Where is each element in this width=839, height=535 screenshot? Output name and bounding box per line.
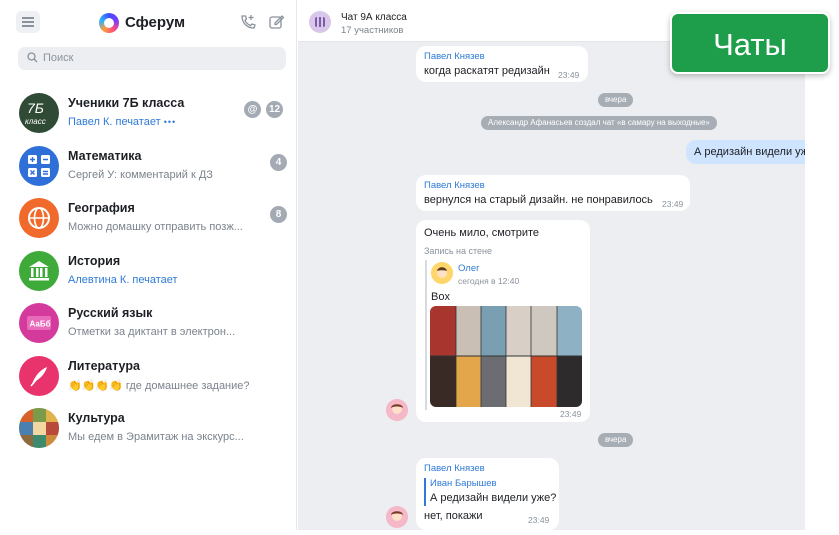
add-call-icon[interactable] xyxy=(239,13,257,31)
chat-pane: Чат 9А класса 17 участников Павел Князев… xyxy=(298,0,805,530)
repost-text: Box xyxy=(431,291,450,303)
mention-badge: @ xyxy=(244,101,261,118)
repost-bar xyxy=(425,260,427,410)
chat-list-item[interactable]: История Алевтина К. печатает xyxy=(6,246,297,298)
search-input[interactable]: Поиск xyxy=(18,47,286,70)
sidebar-header: Сферум xyxy=(6,0,297,44)
chat-title: Литература xyxy=(68,359,140,373)
chat-avatar xyxy=(19,251,59,291)
chat-last-message: 👏👏👏👏 где домашнее задание? xyxy=(68,380,250,392)
chat-list-item[interactable]: География Можно домашку отправить позж..… xyxy=(6,193,297,245)
system-message: Александр Афанасьев создал чат «в самару… xyxy=(481,116,717,130)
repost-time: сегодня в 12:40 xyxy=(458,276,520,286)
chat-last-message: Мы едем в Эрамитаж на экскурс... xyxy=(68,431,244,443)
repost-author-avatar[interactable] xyxy=(431,262,453,284)
message-bubble[interactable]: Очень мило, смотрите Запись на стене Оле… xyxy=(416,220,590,422)
member-count: 17 участников xyxy=(341,25,404,36)
search-placeholder: Поиск xyxy=(43,52,74,64)
svg-text:7Б: 7Б xyxy=(27,100,44,116)
chat-avatar xyxy=(19,198,59,238)
message-bubble[interactable]: Павел Князев Иван Барышев А редизайн вид… xyxy=(416,458,559,530)
chat-list-item[interactable]: Литература 👏👏👏👏 где домашнее задание? xyxy=(6,351,297,403)
date-separator: вчера xyxy=(598,93,634,107)
chat-title: Математика xyxy=(68,149,142,163)
date-separator: вчера xyxy=(598,433,634,447)
repost-label: Запись на стене xyxy=(424,246,493,256)
chat-list-item[interactable]: 7Б класс Ученики 7Б класса Павел К. печа… xyxy=(6,88,297,140)
message-bubble[interactable]: Павел Князев когда раскатят редизайн 23:… xyxy=(416,46,588,82)
unread-badge: 12 xyxy=(266,101,284,118)
user-avatar[interactable] xyxy=(386,506,408,528)
message-text: А редизайн видели уже? xyxy=(694,146,805,158)
compose-icon[interactable] xyxy=(268,13,286,31)
chat-title: История xyxy=(68,254,121,268)
unread-badge: 8 xyxy=(270,206,287,223)
message-text: когда раскатят редизайн xyxy=(424,65,550,77)
message-text: вернулся на старый дизайн. не понравилос… xyxy=(424,194,653,206)
chat-avatar: 7Б класс xyxy=(19,93,59,133)
chat-typing-status: Алевтина К. печатает xyxy=(68,274,178,286)
message-time: 23:49 xyxy=(662,199,684,209)
message-sender[interactable]: Павел Князев xyxy=(424,180,485,191)
message-sender[interactable]: Павел Князев xyxy=(424,463,485,474)
chat-list-item[interactable]: Математика Сергей У: комментарий к ДЗ 4 xyxy=(6,141,297,193)
menu-icon[interactable] xyxy=(16,11,40,33)
chat-list-sidebar: Сферум Поиск 7Б класс Ученики 7Б класса … xyxy=(6,0,297,530)
outgoing-message-bubble[interactable]: А редизайн видели уже? xyxy=(686,140,805,164)
chat-avatar xyxy=(19,408,59,448)
section-label-tag: Чаты xyxy=(670,12,830,74)
chat-title: Культура xyxy=(68,411,125,425)
user-avatar[interactable] xyxy=(386,399,408,421)
reply-bar xyxy=(424,478,426,506)
chat-list-item[interactable]: АаБб Русский язык Отметки за диктант в э… xyxy=(6,298,297,350)
message-text: нет, покажи xyxy=(424,510,483,522)
svg-text:класс: класс xyxy=(25,117,46,126)
chat-title: География xyxy=(68,201,135,215)
repost-image[interactable] xyxy=(430,306,582,407)
message-text: Очень мило, смотрите xyxy=(424,227,540,239)
avatar-text: АаБб xyxy=(30,320,51,329)
message-time: 23:49 xyxy=(560,409,582,419)
chat-last-message: Сергей У: комментарий к ДЗ xyxy=(68,169,213,181)
app-brand: Сферум xyxy=(125,14,186,31)
message-time: 23:49 xyxy=(528,515,550,525)
chat-typing-status: Павел К. печатает ••• xyxy=(68,116,177,128)
message-sender[interactable]: Павел Князев xyxy=(424,51,485,62)
app-window: Сферум Поиск 7Б класс Ученики 7Б класса … xyxy=(0,0,839,535)
search-icon xyxy=(27,52,38,63)
chat-list-item[interactable]: Культура Мы едем в Эрамитаж на экскурс..… xyxy=(6,403,297,455)
message-time: 23:49 xyxy=(558,70,580,80)
chat-title: Русский язык xyxy=(68,306,153,320)
chat-title: Ученики 7Б класса xyxy=(68,96,185,110)
chat-title: Чат 9А класса xyxy=(341,12,407,23)
repost-author[interactable]: Олег xyxy=(458,263,480,274)
message-bubble[interactable]: Павел Князев вернулся на старый дизайн. … xyxy=(416,175,690,211)
chat-avatar: АаБб xyxy=(19,303,59,343)
chat-last-message: Отметки за диктант в электрон... xyxy=(68,326,236,338)
chat-avatar xyxy=(19,146,59,186)
group-avatar xyxy=(309,11,331,33)
unread-badge: 4 xyxy=(270,154,287,171)
reply-text: А редизайн видели уже? xyxy=(430,492,557,504)
chat-last-message: Можно домашку отправить позж... xyxy=(68,221,243,233)
reply-author[interactable]: Иван Барышев xyxy=(430,478,497,489)
sferum-logo xyxy=(99,13,119,33)
chat-avatar xyxy=(19,356,59,396)
section-label: Чаты xyxy=(713,27,787,62)
